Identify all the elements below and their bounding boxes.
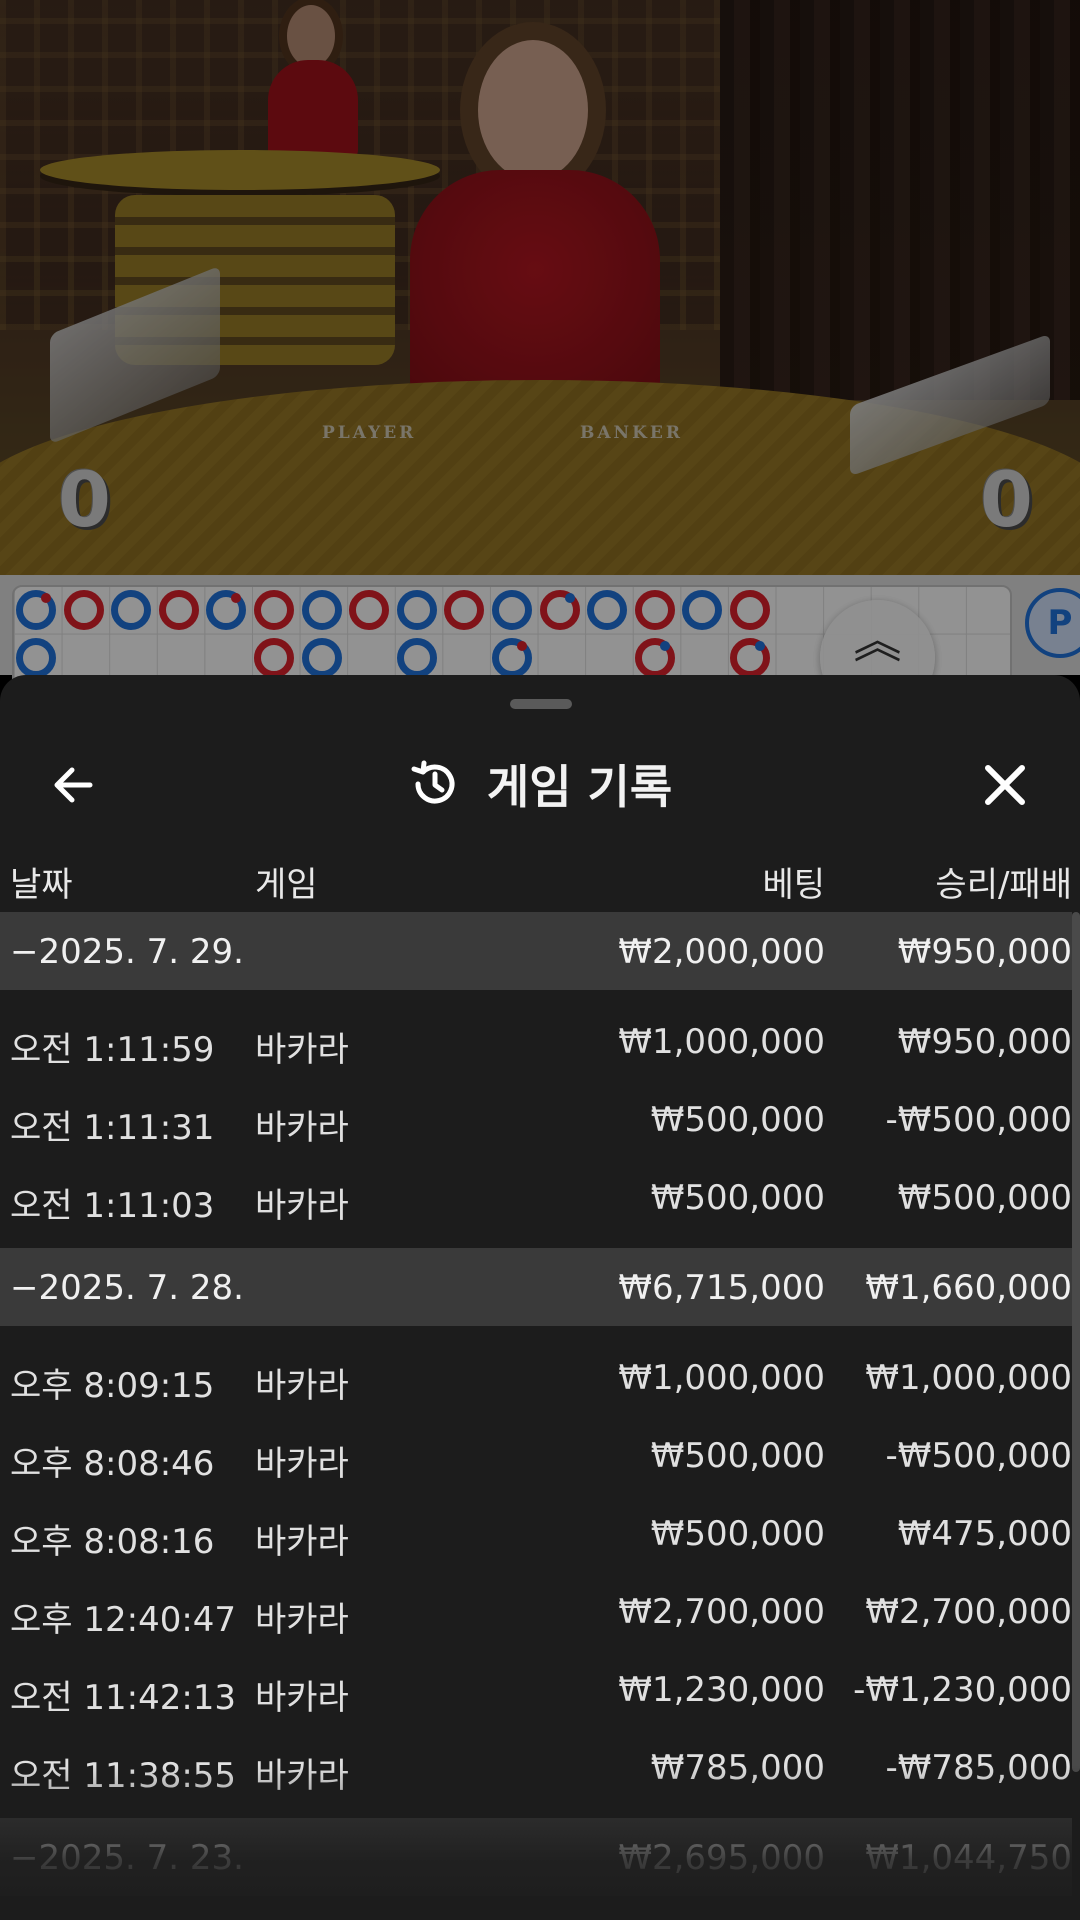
row-result: -₩500,000	[885, 1436, 1073, 1476]
row-result: -₩500,000	[885, 1100, 1073, 1140]
row-result: ₩2,700,000	[865, 1592, 1072, 1632]
row-result: ₩950,000	[897, 1022, 1072, 1062]
row-bet: ₩500,000	[650, 1178, 825, 1218]
date-group-header[interactable]: −2025. 7. 29. ₩2,000,000 ₩950,000	[0, 912, 1072, 990]
row-time: 오후 12:40:47	[10, 1600, 237, 1640]
row-result: -₩1,230,000	[853, 1670, 1072, 1710]
game-history-sheet: 게임 기록 날짜 게임 베팅 승리/패배 −2025. 7. 29. ₩2,000…	[0, 675, 1080, 1920]
column-header-date: 날짜	[10, 865, 73, 905]
row-game: 바카라	[255, 1678, 349, 1718]
row-result: ₩1,000,000	[865, 1358, 1072, 1398]
group-date: −2025. 7. 23.	[10, 1838, 244, 1878]
column-header-result: 승리/패배	[935, 865, 1072, 905]
sheet-title-group: 게임 기록	[0, 751, 1080, 821]
row-time: 오전 11:42:13	[10, 1678, 237, 1718]
history-row[interactable]: 오전 11:38:55 바카라 ₩785,000 -₩785,000	[0, 1728, 1072, 1806]
row-game: 바카라	[255, 1444, 349, 1484]
row-bet: ₩1,000,000	[618, 1358, 825, 1398]
history-row[interactable]: 오전 1:11:03 바카라 ₩500,000 ₩500,000	[0, 1158, 1072, 1236]
row-bet: ₩500,000	[650, 1436, 825, 1476]
group-bet-total: ₩6,715,000	[618, 1268, 825, 1308]
row-game: 바카라	[255, 1366, 349, 1406]
date-group-header[interactable]: −2025. 7. 23. ₩2,695,000 ₩1,044,750	[0, 1818, 1072, 1896]
row-game: 바카라	[255, 1186, 349, 1226]
history-icon	[411, 760, 455, 804]
history-row[interactable]: 오전 1:11:59 바카라 ₩1,000,000 ₩950,000	[0, 1002, 1072, 1080]
sheet-header: 게임 기록	[0, 725, 1080, 845]
history-list: −2025. 7. 29. ₩2,000,000 ₩950,000 오전 1:11:5…	[0, 912, 1072, 1896]
row-result: ₩500,000	[897, 1178, 1072, 1218]
table-header: 날짜 게임 베팅 승리/패배	[0, 845, 1080, 915]
group-result-total: ₩950,000	[897, 932, 1072, 972]
row-bet: ₩2,700,000	[618, 1592, 825, 1632]
history-row[interactable]: 오후 12:40:47 바카라 ₩2,700,000 ₩2,700,000	[0, 1572, 1072, 1650]
row-bet: ₩500,000	[650, 1514, 825, 1554]
column-header-game: 게임	[255, 865, 318, 905]
sheet-drag-handle[interactable]	[510, 699, 572, 709]
close-icon	[985, 765, 1025, 805]
sheet-title: 게임 기록	[486, 760, 673, 814]
history-row[interactable]: 오후 8:08:46 바카라 ₩500,000 -₩500,000	[0, 1416, 1072, 1494]
row-game: 바카라	[255, 1030, 349, 1070]
row-time: 오전 1:11:03	[10, 1186, 215, 1226]
row-time: 오전 1:11:59	[10, 1030, 215, 1070]
row-result: -₩785,000	[885, 1748, 1073, 1788]
row-time: 오후 8:09:15	[10, 1366, 215, 1406]
history-row[interactable]: 오전 11:42:13 바카라 ₩1,230,000 -₩1,230,000	[0, 1650, 1072, 1728]
row-game: 바카라	[255, 1600, 349, 1640]
group-result-total: ₩1,044,750	[865, 1838, 1072, 1878]
row-time: 오후 8:08:16	[10, 1522, 215, 1562]
history-row[interactable]: 오후 8:08:16 바카라 ₩500,000 ₩475,000	[0, 1494, 1072, 1572]
group-date: −2025. 7. 29.	[10, 932, 244, 972]
row-game: 바카라	[255, 1522, 349, 1562]
history-row[interactable]: 오후 8:09:15 바카라 ₩1,000,000 ₩1,000,000	[0, 1338, 1072, 1416]
row-time: 오전 1:11:31	[10, 1108, 215, 1148]
group-rows: 오전 1:11:59 바카라 ₩1,000,000 ₩950,000 오전 1:11:3…	[0, 990, 1072, 1248]
group-bet-total: ₩2,695,000	[618, 1838, 825, 1878]
group-date: −2025. 7. 28.	[10, 1268, 244, 1308]
group-result-total: ₩1,660,000	[865, 1268, 1072, 1308]
history-row[interactable]: 오전 1:11:31 바카라 ₩500,000 -₩500,000	[0, 1080, 1072, 1158]
date-group-header[interactable]: −2025. 7. 28. ₩6,715,000 ₩1,660,000	[0, 1248, 1072, 1326]
row-bet: ₩785,000	[650, 1748, 825, 1788]
column-header-bet: 베팅	[762, 865, 825, 905]
row-result: ₩475,000	[897, 1514, 1072, 1554]
group-bet-total: ₩2,000,000	[618, 932, 825, 972]
scrollbar[interactable]	[1072, 912, 1080, 1772]
close-button[interactable]	[970, 750, 1040, 820]
row-bet: ₩1,230,000	[618, 1670, 825, 1710]
row-game: 바카라	[255, 1756, 349, 1796]
row-bet: ₩500,000	[650, 1100, 825, 1140]
row-bet: ₩1,000,000	[618, 1022, 825, 1062]
row-game: 바카라	[255, 1108, 349, 1148]
row-time: 오후 8:08:46	[10, 1444, 215, 1484]
row-time: 오전 11:38:55	[10, 1756, 237, 1796]
group-rows: 오후 8:09:15 바카라 ₩1,000,000 ₩1,000,000 오후 8:08…	[0, 1326, 1072, 1818]
